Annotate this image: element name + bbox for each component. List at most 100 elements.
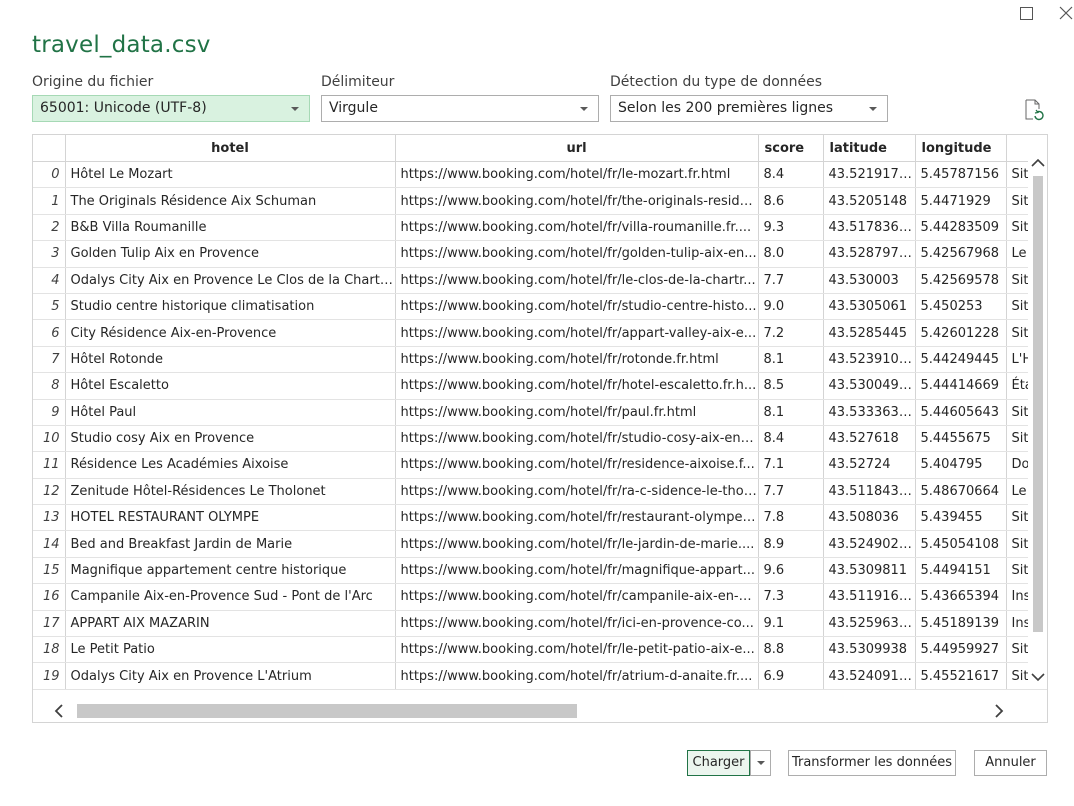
file-origin-dropdown[interactable]: 65001: Unicode (UTF-8): [32, 95, 310, 122]
close-button[interactable]: [1046, 0, 1074, 26]
row-index: 14: [33, 530, 66, 558]
column-header-hotel[interactable]: hotel: [65, 135, 396, 162]
score-cell: 7.1: [758, 451, 824, 479]
table-row: 13 HOTEL RESTAURANT OLYMPE https://www.boo…: [33, 504, 1047, 532]
row-index: 16: [33, 583, 66, 611]
latitude-cell: 43.5305061: [823, 293, 916, 321]
url-cell: https://www.booking.com/hotel/fr/studio-…: [395, 293, 759, 321]
row-index: 13: [33, 504, 66, 532]
score-cell: 9.0: [758, 293, 824, 321]
table-row: 6 City Résidence Aix-en-Provence https://w…: [33, 319, 1047, 347]
score-cell: 7.7: [758, 267, 824, 294]
score-cell: 7.2: [758, 319, 824, 347]
latitude-cell: 43.51783611: [823, 214, 916, 242]
data-preview-grid[interactable]: hotel url score latitude longitude 0 Hôte…: [32, 134, 1048, 723]
url-cell: https://www.booking.com/hotel/fr/restaur…: [395, 504, 759, 532]
latitude-cell: 43.53004967: [823, 372, 916, 400]
table-row: 1 The Originals Résidence Aix Schuman http…: [33, 187, 1047, 215]
delimiter-dropdown[interactable]: Virgule: [321, 95, 599, 122]
hotel-cell: Golden Tulip Aix en Provence: [65, 240, 396, 268]
hotel-cell: Studio centre historique climatisation: [65, 293, 396, 321]
latitude-cell: 43.51184318: [823, 478, 916, 506]
score-cell: 8.4: [758, 161, 824, 189]
url-cell: https://www.booking.com/hotel/fr/le-moza…: [395, 161, 759, 189]
table-row: 0 Hôtel Le Mozart https://www.booking.com/…: [33, 161, 1047, 189]
url-cell: https://www.booking.com/hotel/fr/magnifi…: [395, 557, 759, 585]
longitude-cell: 5.450253: [915, 293, 1007, 321]
row-index: 6: [33, 319, 66, 347]
score-cell: 8.8: [758, 636, 824, 664]
cancel-button[interactable]: Annuler: [974, 750, 1047, 776]
vertical-scroll-thumb[interactable]: [1033, 176, 1043, 632]
column-header-score[interactable]: score: [758, 135, 824, 162]
column-header-latitude[interactable]: latitude: [823, 135, 916, 162]
type-detection-value: Selon les 200 premières lignes: [618, 100, 834, 116]
table-row: 10 Studio cosy Aix en Provence https://www…: [33, 425, 1047, 453]
chevron-down-icon: [756, 760, 765, 765]
row-index: 1: [33, 187, 66, 215]
chevron-down-icon: [580, 107, 588, 111]
row-index: 17: [33, 610, 66, 638]
score-cell: 9.6: [758, 557, 824, 585]
score-cell: 9.1: [758, 610, 824, 638]
transform-data-button[interactable]: Transformer les données: [788, 750, 956, 776]
scroll-right-button[interactable]: [991, 703, 1007, 719]
maximize-button[interactable]: [1006, 0, 1046, 26]
chevron-down-icon: [291, 107, 299, 111]
url-cell: https://www.booking.com/hotel/fr/the-ori…: [395, 187, 759, 215]
load-button[interactable]: Charger: [687, 750, 750, 776]
data-table: hotel url score latitude longitude 0 Hôte…: [33, 135, 1047, 690]
chevron-down-icon: [869, 107, 877, 111]
column-header-url[interactable]: url: [395, 135, 759, 162]
column-header-longitude[interactable]: longitude: [915, 135, 1007, 162]
row-index: 15: [33, 557, 66, 585]
hotel-cell: Zenitude Hôtel-Résidences Le Tholonet: [65, 478, 396, 506]
scroll-up-button[interactable]: [1028, 153, 1047, 173]
type-detection-label: Détection du type de données: [610, 74, 823, 90]
url-cell: https://www.booking.com/hotel/fr/atrium-…: [395, 662, 759, 690]
hotel-cell: Le Petit Patio: [65, 636, 396, 664]
score-cell: 7.3: [758, 583, 824, 611]
table-row: 14 Bed and Breakfast Jardin de Marie https…: [33, 530, 1047, 558]
score-cell: 8.0: [758, 240, 824, 268]
type-detection-dropdown[interactable]: Selon les 200 premières lignes: [610, 95, 888, 122]
url-cell: https://www.booking.com/hotel/fr/le-clos…: [395, 267, 759, 294]
longitude-cell: 5.45521617: [915, 662, 1007, 690]
latitude-cell: 43.52191762: [823, 161, 916, 189]
hotel-cell: Hôtel Rotonde: [65, 346, 396, 374]
hotel-cell: APPART AIX MAZARIN: [65, 610, 396, 638]
table-row: 18 Le Petit Patio https://www.booking.com/…: [33, 636, 1047, 664]
chevron-up-icon: [1031, 158, 1045, 167]
latitude-cell: 43.52724: [823, 451, 916, 479]
refresh-button[interactable]: [1024, 99, 1044, 121]
longitude-cell: 5.45054108: [915, 530, 1007, 558]
url-cell: https://www.booking.com/hotel/fr/ra-c-si…: [395, 478, 759, 506]
horizontal-scrollbar[interactable]: [33, 700, 1047, 722]
latitude-cell: 43.52879731: [823, 240, 916, 268]
latitude-cell: 43.5205148: [823, 187, 916, 215]
longitude-cell: 5.42569578: [915, 267, 1007, 294]
hotel-cell: Odalys City Aix en Provence Le Clos de l…: [65, 267, 396, 294]
url-cell: https://www.booking.com/hotel/fr/rotonde…: [395, 346, 759, 374]
hotel-cell: Hôtel Le Mozart: [65, 161, 396, 189]
load-options-button[interactable]: [750, 750, 771, 776]
row-index: 11: [33, 451, 66, 479]
chevron-left-icon: [54, 704, 63, 718]
latitude-cell: 43.52596364: [823, 610, 916, 638]
score-cell: 7.7: [758, 478, 824, 506]
scroll-left-button[interactable]: [51, 703, 67, 719]
table-row: 2 B&B Villa Roumanille https://www.booking…: [33, 214, 1047, 242]
scroll-down-button[interactable]: [1028, 667, 1047, 687]
score-cell: 8.6: [758, 187, 824, 215]
longitude-cell: 5.44605643: [915, 399, 1007, 426]
score-cell: 6.9: [758, 662, 824, 690]
longitude-cell: 5.44414669: [915, 372, 1007, 400]
close-icon: [1059, 6, 1073, 20]
hotel-cell: Odalys City Aix en Provence L'Atrium: [65, 662, 396, 690]
url-cell: https://www.booking.com/hotel/fr/studio-…: [395, 425, 759, 453]
chevron-right-icon: [995, 704, 1004, 718]
table-row: 17 APPART AIX MAZARIN https://www.booking.…: [33, 610, 1047, 638]
horizontal-scroll-thumb[interactable]: [77, 704, 577, 718]
vertical-scrollbar[interactable]: [1028, 153, 1047, 688]
score-cell: 8.1: [758, 399, 824, 426]
